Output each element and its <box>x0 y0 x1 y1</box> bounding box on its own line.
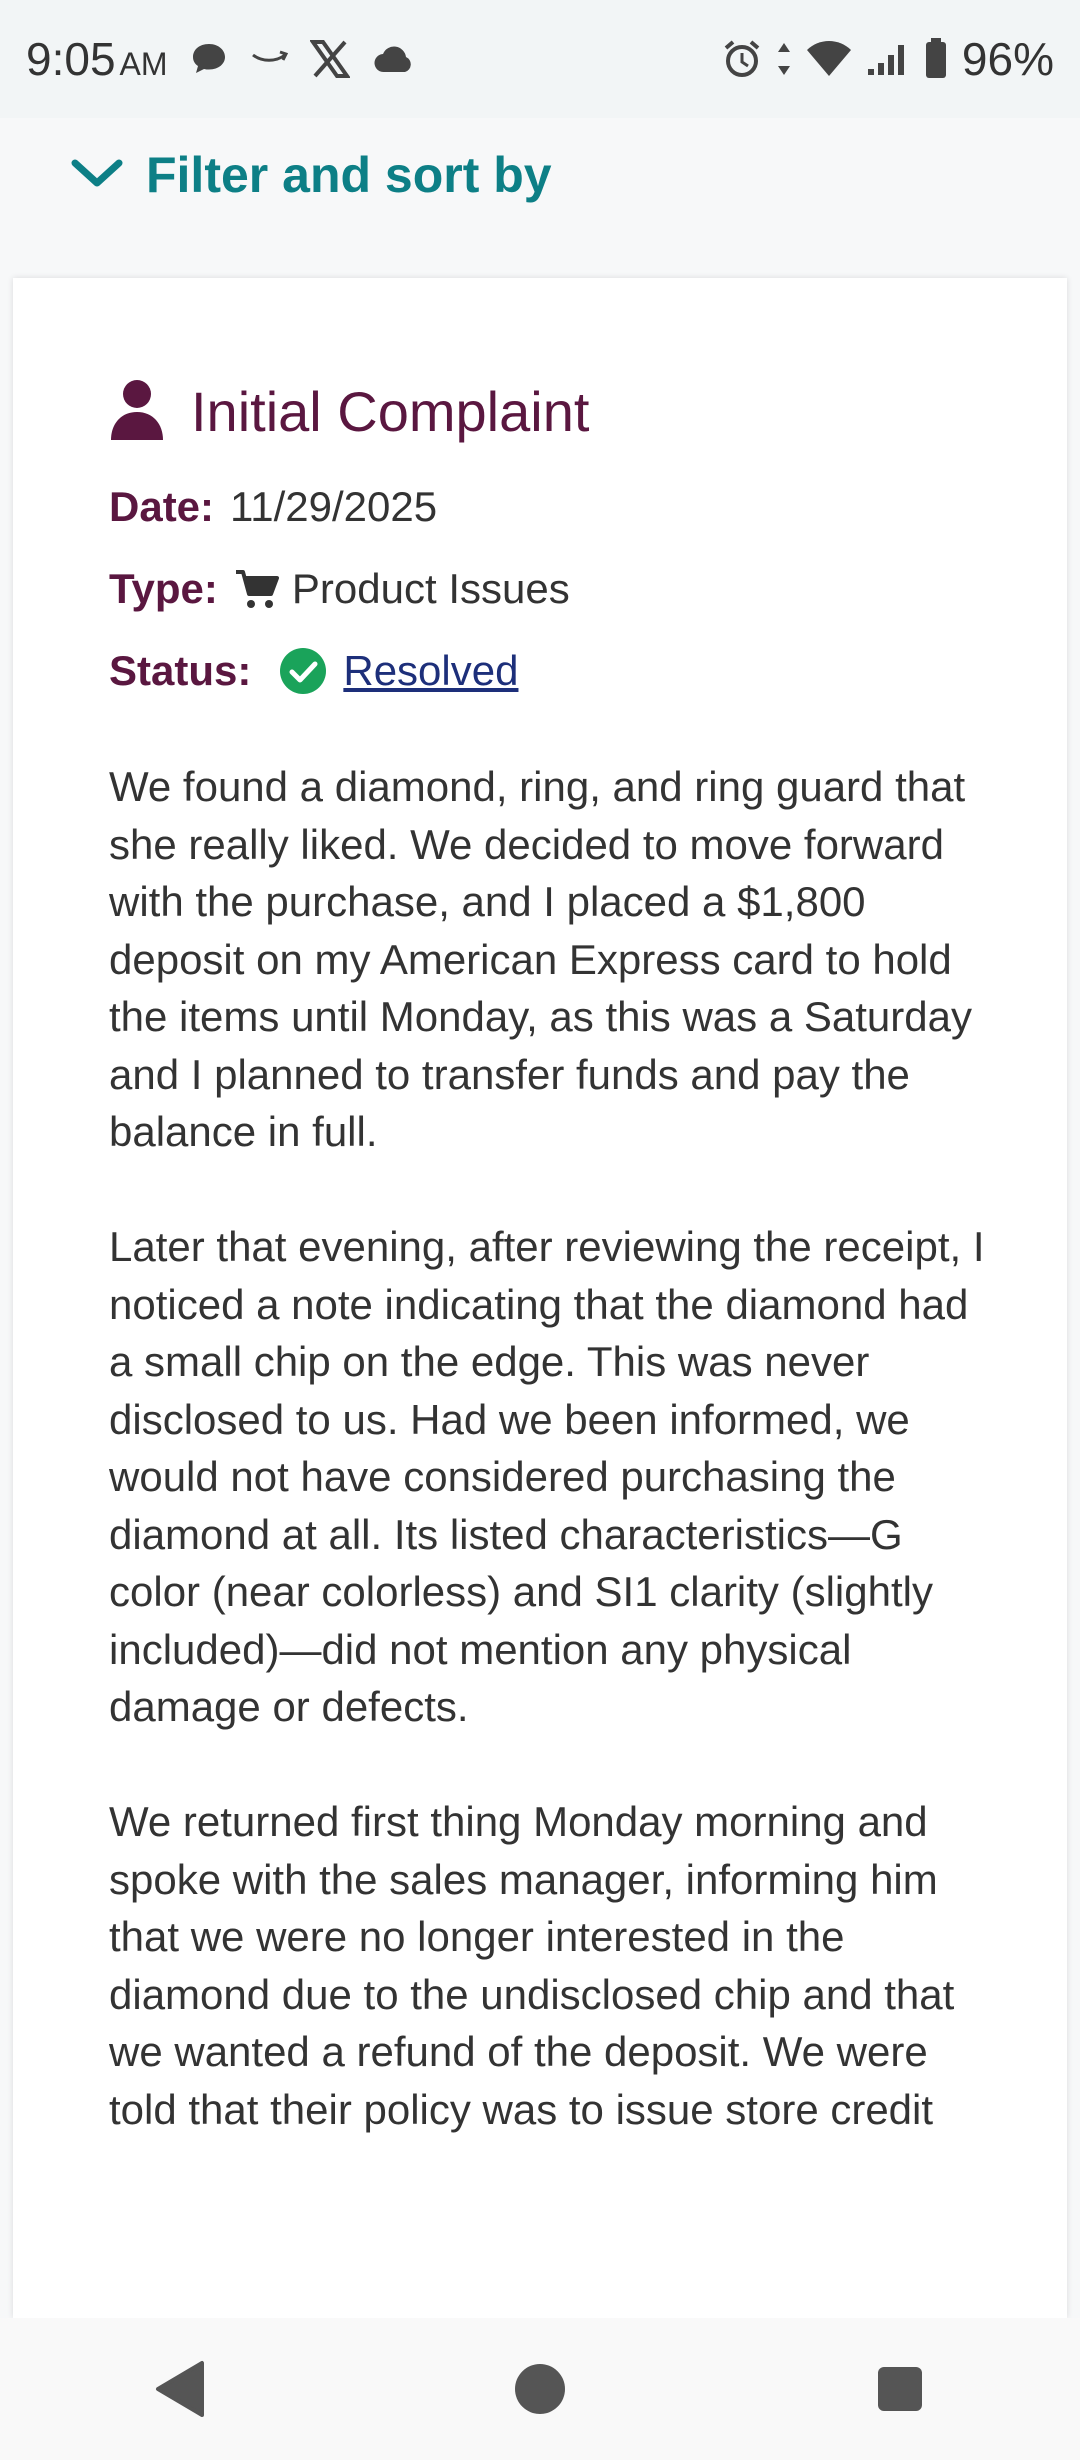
battery-percent: 96% <box>961 33 1054 85</box>
cart-icon <box>234 568 280 610</box>
x-logo-icon <box>309 40 350 78</box>
amazon-icon <box>250 49 288 69</box>
complaint-header: Initial Complaint <box>109 378 589 445</box>
status-bar: 9:05 AM 96% <box>0 0 1080 118</box>
chat-bubble-icon <box>190 41 228 77</box>
complaint-paragraph: We found a diamond, ring, and ring guard… <box>109 763 972 1155</box>
filter-sort-toggle[interactable]: Filter and sort by <box>70 140 552 210</box>
complaint-card: Initial Complaint Date: 11/29/2025 Type:… <box>13 278 1067 2318</box>
cloud-icon <box>372 44 416 74</box>
date-row: Date: 11/29/2025 <box>109 483 437 531</box>
back-button[interactable] <box>120 2339 240 2439</box>
battery-icon <box>924 38 948 80</box>
complaint-body: We found a diamond, ring, and ring guard… <box>109 758 989 2196</box>
home-circle-icon <box>515 2364 565 2414</box>
status-time: 9:05 AM <box>26 33 168 85</box>
type-label: Type: <box>109 565 218 612</box>
data-arrows-icon <box>776 41 792 77</box>
check-circle-icon <box>279 647 327 695</box>
chevron-down-icon <box>70 155 124 196</box>
back-triangle-icon <box>156 2361 204 2417</box>
system-nav-bar <box>0 2318 1080 2460</box>
type-row: Type: Product Issues <box>109 565 570 613</box>
person-icon <box>109 378 165 445</box>
recents-square-icon <box>878 2367 922 2411</box>
complaint-title: Initial Complaint <box>191 380 590 443</box>
status-resolved-link[interactable]: Resolved <box>343 647 518 695</box>
wifi-icon <box>806 40 852 78</box>
signal-icon <box>866 41 910 77</box>
alarm-icon <box>722 39 762 79</box>
date-value: 11/29/2025 <box>230 483 438 530</box>
status-label: Status: <box>109 647 252 694</box>
date-label: Date: <box>109 483 215 530</box>
complaint-paragraph: Later that evening, after reviewing the … <box>109 1223 985 1730</box>
home-button[interactable] <box>480 2339 600 2439</box>
type-value: Product Issues <box>291 565 570 612</box>
status-row: Status: Resolved <box>109 647 518 695</box>
complaint-paragraph: We returned first thing Monday morning a… <box>109 1798 955 2133</box>
filter-sort-label: Filter and sort by <box>146 147 552 203</box>
recents-button[interactable] <box>840 2339 960 2439</box>
